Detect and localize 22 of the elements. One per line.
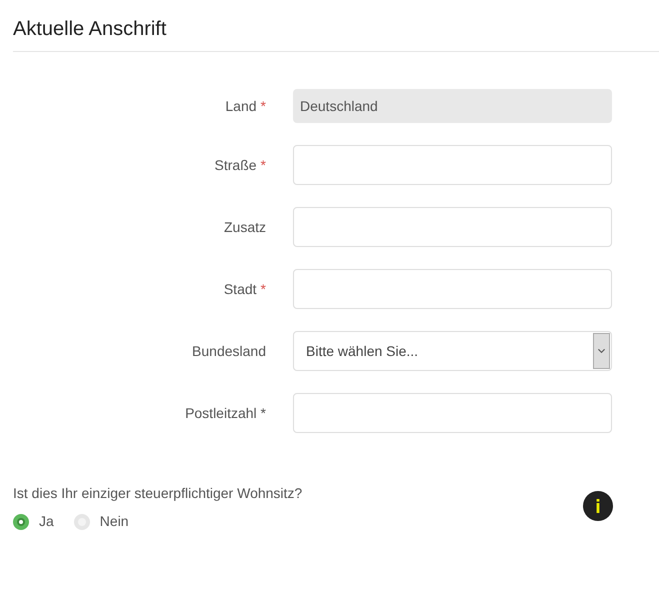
text-field[interactable]	[293, 207, 612, 247]
field-label: Straße	[214, 156, 257, 174]
field-label: Bundesland	[192, 342, 266, 360]
text-field[interactable]	[293, 269, 612, 309]
question-text: Ist dies Ihr einziger steuerpflichtiger Wohnsitz?	[13, 484, 304, 503]
field-label: Land	[225, 96, 257, 116]
chevron-down-icon	[593, 333, 610, 369]
radio-option[interactable]: Nein	[74, 511, 129, 532]
text-field[interactable]	[293, 145, 612, 185]
text-field[interactable]	[293, 393, 612, 433]
field-label: Stadt	[224, 280, 257, 298]
info-icon[interactable]	[583, 491, 613, 521]
required-mark: *	[260, 280, 266, 298]
select-field[interactable]: Bitte wählen Sie...	[293, 331, 612, 371]
required-mark: *	[260, 156, 266, 174]
radio-button[interactable]	[74, 514, 90, 530]
radio-option[interactable]: Ja	[13, 511, 54, 532]
section-title: Aktuelle Anschrift	[13, 17, 166, 42]
field-label: Postleitzahl *	[185, 404, 266, 422]
required-mark: *	[260, 96, 266, 116]
radio-button[interactable]	[13, 514, 29, 530]
field-label: Zusatz	[224, 218, 266, 236]
